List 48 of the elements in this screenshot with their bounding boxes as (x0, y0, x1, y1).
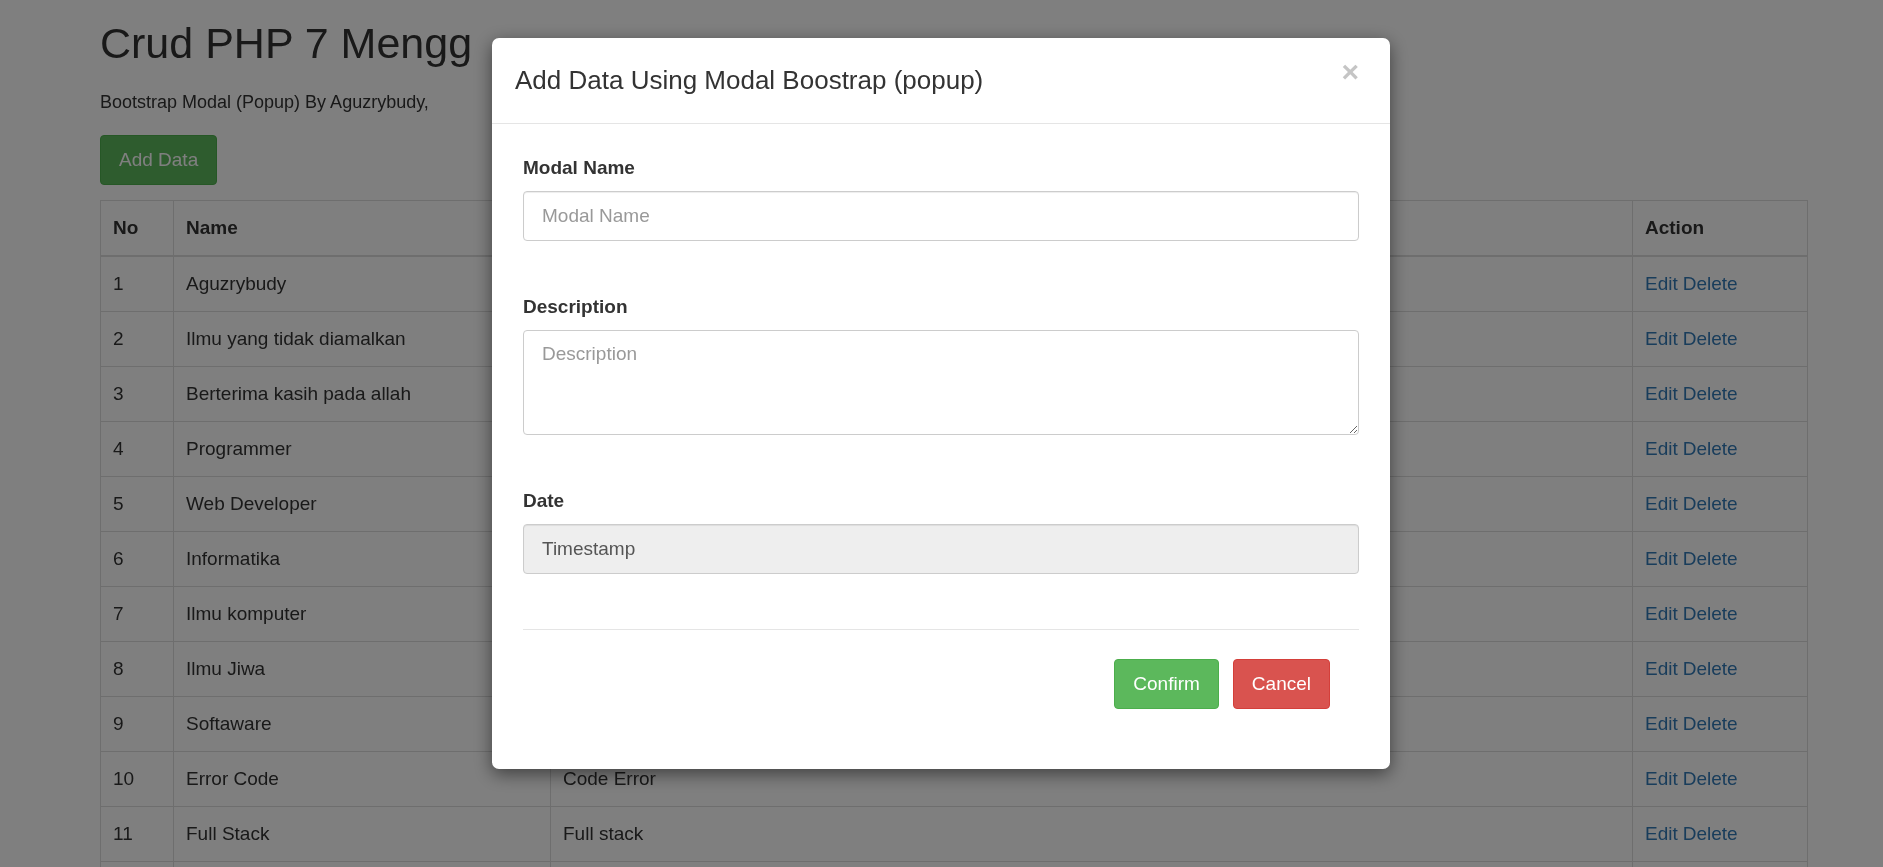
table-cell: 10 (100, 751, 174, 807)
edit-link[interactable]: Edit (1645, 657, 1678, 679)
description-field[interactable]: Description (523, 330, 1359, 435)
edit-link[interactable]: Edit (1645, 327, 1678, 349)
delete-link[interactable]: Delete (1682, 327, 1738, 349)
page-subtitle: Bootstrap Modal (Popup) By Aguzrybudy, (100, 91, 430, 113)
edit-link[interactable]: Edit (1645, 382, 1678, 404)
delete-link[interactable]: Delete (1682, 767, 1738, 789)
confirm-button[interactable]: Confirm (1114, 659, 1219, 709)
modal-title: Add Data Using Modal Boostrap (popup) (515, 65, 984, 96)
delete-link[interactable]: Delete (1682, 657, 1738, 679)
table-cell: 4 (100, 421, 174, 477)
page-title: Crud PHP 7 Mengg (100, 18, 474, 69)
delete-link[interactable]: Delete (1682, 492, 1738, 514)
edit-link[interactable]: Edit (1645, 822, 1678, 844)
table-cell: Full stack (550, 806, 1633, 862)
table-cell: 3 (100, 366, 174, 422)
delete-link[interactable]: Delete (1682, 822, 1738, 844)
edit-link[interactable]: Edit (1645, 767, 1678, 789)
field-label: Modal Name (523, 157, 636, 179)
column-header: Action (1632, 200, 1808, 256)
add-data-button[interactable]: Add Data (100, 134, 218, 185)
table-cell: 1 (100, 255, 174, 312)
delete-link[interactable]: Delete (1682, 547, 1738, 569)
table-cell: 11 (100, 806, 174, 862)
table-cell: 8 (100, 641, 174, 697)
edit-link[interactable]: Edit (1645, 272, 1678, 294)
table-cell: 7 (100, 586, 174, 642)
cancel-button[interactable]: Cancel (1232, 659, 1330, 709)
edit-link[interactable]: Edit (1645, 437, 1678, 459)
edit-link[interactable]: Edit (1645, 547, 1678, 569)
table-cell: 2 (100, 311, 174, 367)
input-field[interactable]: Timestamp (523, 524, 1359, 574)
delete-link[interactable]: Delete (1682, 712, 1738, 734)
table-cell: Full Stack (173, 806, 551, 862)
table-cell: 5 (100, 476, 174, 532)
edit-link[interactable]: Edit (1645, 712, 1678, 734)
delete-link[interactable]: Delete (1682, 382, 1738, 404)
table-cell: 6 (100, 531, 174, 587)
table-cell: 9 (100, 696, 174, 752)
column-header: No (100, 200, 174, 256)
input-field[interactable]: Modal Name (523, 191, 1359, 241)
delete-link[interactable]: Delete (1682, 437, 1738, 459)
edit-link[interactable]: Edit (1645, 602, 1678, 624)
delete-link[interactable]: Delete (1682, 272, 1738, 294)
close-button[interactable]: × (1341, 54, 1359, 89)
delete-link[interactable]: Delete (1682, 602, 1738, 624)
edit-link[interactable]: Edit (1645, 492, 1678, 514)
